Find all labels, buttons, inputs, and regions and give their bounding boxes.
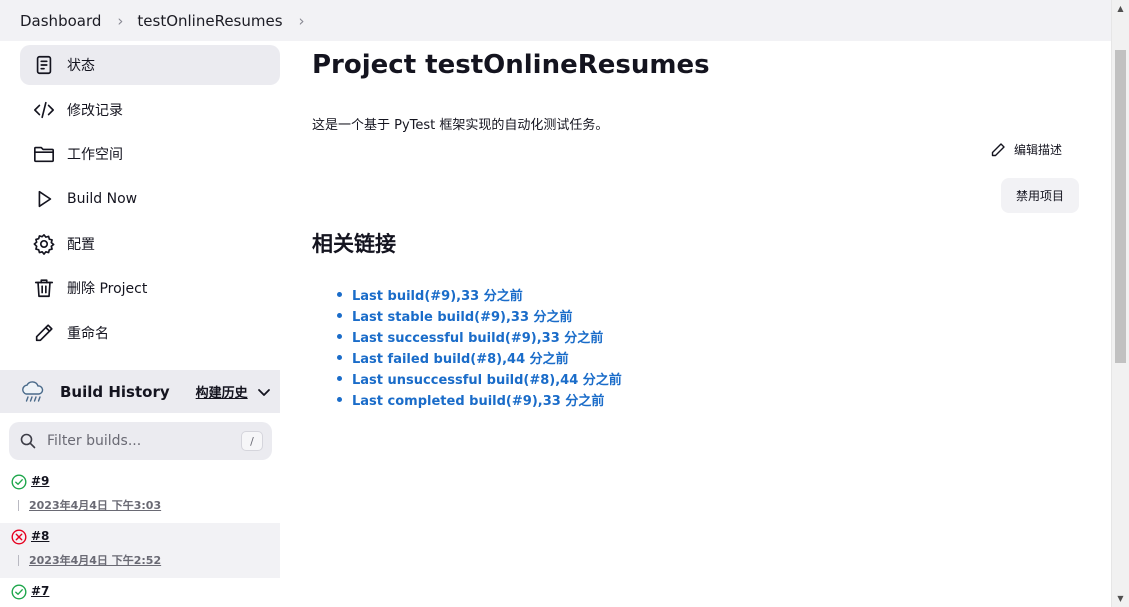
pencil-icon [991, 142, 1005, 156]
task-build-now[interactable]: Build Now [20, 179, 280, 219]
chevron-right-icon[interactable]: › [299, 12, 305, 30]
play-icon [32, 187, 56, 211]
scroll-down-arrow-icon[interactable]: ▼ [1112, 590, 1129, 607]
task-label: 配置 [67, 237, 95, 253]
last-unsuccessful-build-link[interactable]: Last unsuccessful build(#8),44 分之前 [336, 369, 622, 390]
build-row: #7 [0, 578, 280, 607]
build-number-link[interactable]: #9 [31, 474, 49, 488]
scrollbar-thumb[interactable] [1115, 50, 1126, 363]
task-changes[interactable]: 修改记录 [20, 90, 280, 130]
disable-project-button[interactable]: 禁用项目 [1001, 178, 1079, 213]
build-number-link[interactable]: #7 [31, 584, 49, 598]
filter-builds-input[interactable] [47, 433, 227, 449]
timeline-divider [18, 500, 19, 511]
build-row: #8 2023年4月4日 下午2:52 [0, 523, 280, 578]
scroll-up-arrow-icon[interactable]: ▲ [1112, 0, 1129, 17]
page-scrollbar[interactable]: ▲ ▼ [1111, 0, 1129, 607]
trash-icon [32, 276, 56, 300]
sidebar: 状态 修改记录 工作空间 Build Now 配置 删除 Project 重命名… [0, 41, 280, 607]
code-icon [32, 98, 56, 122]
success-check-icon [11, 474, 27, 490]
related-links-heading: 相关链接 [312, 232, 396, 256]
task-status[interactable]: 状态 [20, 45, 280, 85]
build-row: #9 2023年4月4日 下午3:03 [0, 468, 280, 523]
success-check-icon [11, 584, 27, 600]
last-successful-build-link[interactable]: Last successful build(#9),33 分之前 [336, 327, 622, 348]
build-trend-link[interactable]: 构建历史 [196, 382, 248, 401]
last-stable-build-link[interactable]: Last stable build(#9),33 分之前 [336, 306, 622, 327]
weather-rain-icon [20, 379, 46, 405]
last-completed-build-link[interactable]: Last completed build(#9),33 分之前 [336, 390, 622, 411]
breadcrumb: Dashboard › testOnlineResumes › [0, 0, 1111, 41]
last-failed-build-link[interactable]: Last failed build(#8),44 分之前 [336, 348, 622, 369]
keyboard-shortcut-hint: / [241, 431, 263, 451]
build-time-link[interactable]: 2023年4月4日 下午2:52 [29, 552, 161, 568]
task-rename[interactable]: 重命名 [20, 313, 280, 353]
breadcrumb-project[interactable]: testOnlineResumes [137, 12, 282, 30]
edit-description-label: 编辑描述 [1014, 143, 1063, 157]
related-links-list: Last build(#9),33 分之前 Last stable build(… [336, 285, 622, 411]
folder-icon [32, 142, 56, 166]
search-icon [19, 432, 37, 450]
task-label: 删除 Project [67, 281, 148, 297]
edit-description-link[interactable]: 编辑描述 [990, 141, 1062, 158]
chevron-down-icon[interactable] [256, 384, 272, 400]
task-label: 重命名 [67, 326, 109, 342]
task-label: 状态 [67, 58, 95, 74]
task-label: 修改记录 [67, 103, 123, 119]
build-history-header: Build History 构建历史 [0, 370, 280, 413]
breadcrumb-dashboard[interactable]: Dashboard [20, 12, 101, 30]
task-label: Build Now [67, 191, 138, 207]
last-build-link[interactable]: Last build(#9),33 分之前 [336, 285, 622, 306]
page-title: Project testOnlineResumes [312, 50, 710, 80]
pencil-icon [32, 321, 56, 345]
document-icon [32, 53, 56, 77]
build-number-link[interactable]: #8 [31, 529, 49, 543]
filter-builds-box: / [9, 422, 272, 460]
task-configure[interactable]: 配置 [20, 224, 280, 264]
failed-x-icon [11, 529, 27, 545]
gear-icon [32, 232, 56, 256]
task-workspace[interactable]: 工作空间 [20, 134, 280, 174]
project-description: 这是一个基于 PyTest 框架实现的自动化测试任务。 [312, 118, 609, 133]
build-history-title: Build History [60, 382, 170, 401]
task-label: 工作空间 [67, 147, 123, 163]
timeline-divider [18, 555, 19, 566]
task-delete-project[interactable]: 删除 Project [20, 268, 280, 308]
chevron-right-icon: › [117, 11, 124, 30]
build-time-link[interactable]: 2023年4月4日 下午3:03 [29, 497, 161, 513]
